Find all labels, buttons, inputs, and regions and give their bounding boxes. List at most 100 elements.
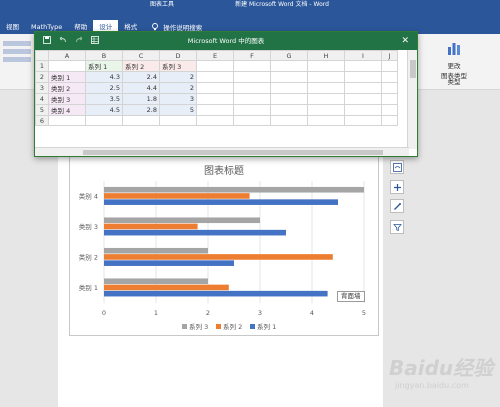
cell[interactable] (381, 82, 398, 94)
cell[interactable] (344, 82, 382, 94)
cell[interactable] (381, 115, 398, 126)
cell[interactable] (233, 93, 271, 105)
chart-filters-button[interactable] (390, 220, 404, 234)
row-number[interactable]: 5 (35, 104, 49, 116)
value-cell[interactable]: 2 (159, 71, 197, 83)
chart-area[interactable]: 图表标题 0 1 2 3 4 5 类别 1 类别 2 类别 3 类别 4 系列 3 系列 2 系列 1 (69, 152, 379, 336)
cell[interactable] (307, 104, 345, 116)
horizontal-scrollbar[interactable] (35, 147, 409, 156)
scrollbar-thumb[interactable] (83, 150, 383, 155)
series-header-cell[interactable]: 系列 3 (159, 60, 197, 72)
cell[interactable] (344, 71, 382, 83)
cell[interactable] (344, 60, 382, 72)
cell[interactable] (196, 115, 234, 126)
value-cell[interactable]: 1.8 (122, 93, 160, 105)
scrollbar-thumb[interactable] (410, 60, 416, 78)
cell[interactable] (196, 104, 234, 116)
x-tick-label[interactable]: 1 (154, 309, 158, 317)
row-number[interactable]: 6 (35, 115, 49, 126)
value-cell[interactable]: 4.3 (85, 71, 123, 83)
cell[interactable] (270, 82, 308, 94)
value-cell[interactable]: 2 (159, 82, 197, 94)
column-header-b[interactable]: B (85, 50, 123, 61)
cell[interactable] (307, 82, 345, 94)
cell[interactable] (270, 71, 308, 83)
row-number[interactable]: 3 (35, 82, 49, 94)
tab-view[interactable]: 视图 (0, 20, 25, 34)
cell[interactable] (381, 104, 398, 116)
row-number[interactable]: 1 (35, 60, 49, 72)
bar-series-1[interactable] (104, 229, 286, 236)
category-cell[interactable]: 类别 1 (48, 71, 86, 83)
cell[interactable] (307, 93, 345, 105)
series-header-cell[interactable]: 系列 1 (85, 60, 123, 72)
cell[interactable] (196, 60, 234, 72)
value-cell[interactable]: 4.4 (122, 82, 160, 94)
cell[interactable] (270, 60, 308, 72)
cell[interactable] (381, 93, 398, 105)
y-category-label[interactable]: 类别 3 (79, 222, 98, 231)
legend-swatch[interactable] (182, 324, 187, 329)
value-cell[interactable]: 3 (159, 93, 197, 105)
column-header-g[interactable]: G (270, 50, 308, 61)
bar-series-2[interactable] (104, 223, 198, 230)
bar-series-2[interactable] (104, 193, 250, 199)
chart-styles-button[interactable] (390, 199, 404, 213)
value-cell[interactable]: 3.5 (85, 93, 123, 105)
bar-series-2[interactable] (104, 284, 229, 291)
chart-data-window[interactable]: Microsoft Word 中的图表 ✕ A B C D E F G H I … (34, 31, 418, 157)
bar-series-3[interactable] (104, 247, 208, 254)
y-category-label[interactable]: 类别 2 (79, 252, 98, 261)
bar-series-1[interactable] (104, 290, 328, 297)
bar-series-3[interactable] (104, 278, 208, 285)
row-number[interactable]: 4 (35, 93, 49, 105)
chart-elements-button[interactable] (390, 180, 404, 194)
bar-series-2[interactable] (104, 254, 333, 260)
legend-swatch[interactable] (216, 324, 221, 329)
close-icon[interactable]: ✕ (401, 32, 409, 50)
value-cell[interactable]: 5 (159, 104, 197, 116)
cell[interactable] (307, 71, 345, 83)
series-header-cell[interactable]: 系列 2 (122, 60, 160, 72)
x-tick-label[interactable]: 5 (362, 309, 366, 317)
cell[interactable] (344, 115, 382, 126)
cell[interactable] (159, 115, 197, 126)
bar-series-1[interactable] (104, 260, 234, 266)
cell[interactable] (307, 60, 345, 72)
cell[interactable] (48, 115, 86, 126)
chart-data-titlebar[interactable]: Microsoft Word 中的图表 ✕ (35, 32, 417, 50)
bar-series-3[interactable] (104, 217, 260, 224)
cell[interactable] (233, 115, 271, 126)
cell[interactable] (196, 71, 234, 83)
legend-swatch[interactable] (250, 324, 255, 329)
chart-plot[interactable]: 0 1 2 3 4 5 类别 1 类别 2 类别 3 类别 4 系列 3 系列 2 系列 1 (70, 153, 380, 337)
column-header-f[interactable]: F (233, 50, 271, 61)
value-cell[interactable]: 4.5 (85, 104, 123, 116)
value-cell[interactable]: 2.4 (122, 71, 160, 83)
cell[interactable] (344, 104, 382, 116)
column-header-a[interactable]: A (48, 50, 86, 61)
legend-label[interactable]: 系列 3 (189, 322, 208, 331)
legend-label[interactable]: 系列 2 (223, 322, 242, 331)
column-header-c[interactable]: C (122, 50, 160, 61)
category-cell[interactable]: 类别 2 (48, 82, 86, 94)
layout-options-button[interactable] (390, 160, 404, 174)
y-category-label[interactable]: 类别 4 (79, 191, 98, 200)
cell[interactable] (122, 115, 160, 126)
bar-series-3[interactable] (104, 186, 364, 193)
vertical-scrollbar[interactable] (407, 50, 417, 149)
category-cell[interactable]: 类别 4 (48, 104, 86, 116)
x-tick-label[interactable]: 2 (206, 309, 210, 317)
cell[interactable] (270, 115, 308, 126)
cell[interactable] (196, 82, 234, 94)
column-header-e[interactable]: E (196, 50, 234, 61)
change-chart-type-button[interactable]: 更改 图表类型 类型 (434, 40, 474, 86)
category-cell[interactable]: 类别 3 (48, 93, 86, 105)
value-cell[interactable]: 2.8 (122, 104, 160, 116)
chart-style-gallery[interactable] (0, 38, 34, 68)
column-header-i[interactable]: I (344, 50, 382, 61)
cell[interactable] (48, 60, 86, 72)
cell[interactable] (233, 60, 271, 72)
legend-label[interactable]: 系列 1 (257, 322, 276, 331)
cell[interactable] (270, 104, 308, 116)
